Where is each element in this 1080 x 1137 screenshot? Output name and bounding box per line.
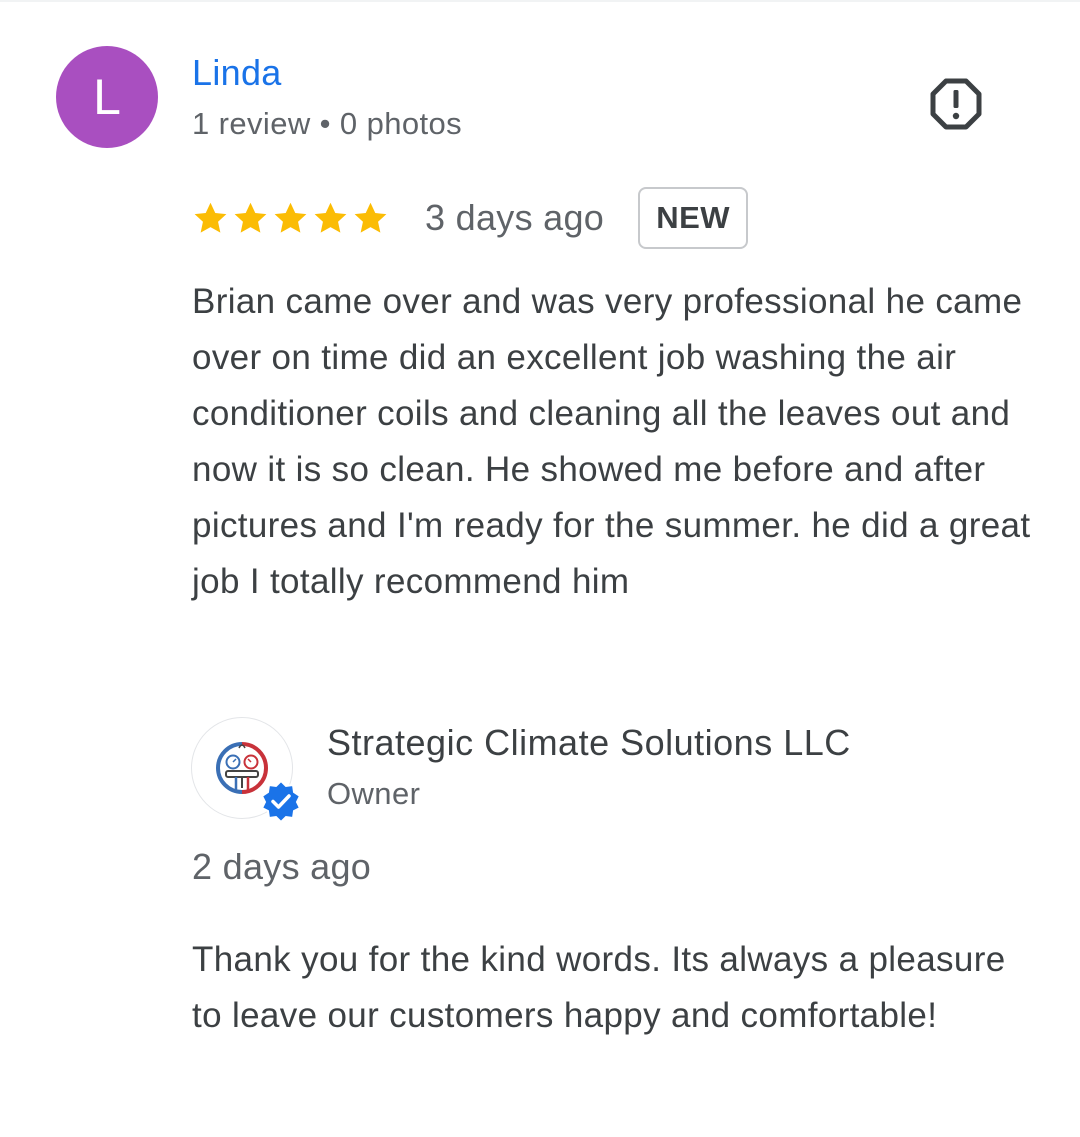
owner-logo[interactable] [191,717,302,823]
star-icon [274,202,307,233]
star-icon [354,202,387,233]
review-text: Brian came over and was very professiona… [192,282,1031,601]
rating-row: 3 days ago NEW [192,186,749,250]
star-rating [192,200,389,237]
new-badge: NEW [638,187,749,249]
report-review-button[interactable] [928,76,984,132]
verified-check-icon [260,779,302,823]
reviewer-meta: 1 review • 0 photos [192,106,463,141]
owner-reply-text: Thank you for the kind words. Its always… [192,940,1006,1035]
star-icon [234,202,267,233]
reply-age: 2 days ago [192,846,372,887]
star-icon [314,202,347,233]
owner-role: Owner [327,776,421,811]
owner-name[interactable]: Strategic Climate Solutions LLC [327,722,851,764]
top-divider [0,0,1080,2]
reviewer-avatar[interactable]: L [56,46,158,148]
review-age: 3 days ago [425,197,605,238]
reviewer-name[interactable]: Linda [192,52,282,94]
star-icon [194,202,227,233]
report-flag-icon [930,78,982,130]
